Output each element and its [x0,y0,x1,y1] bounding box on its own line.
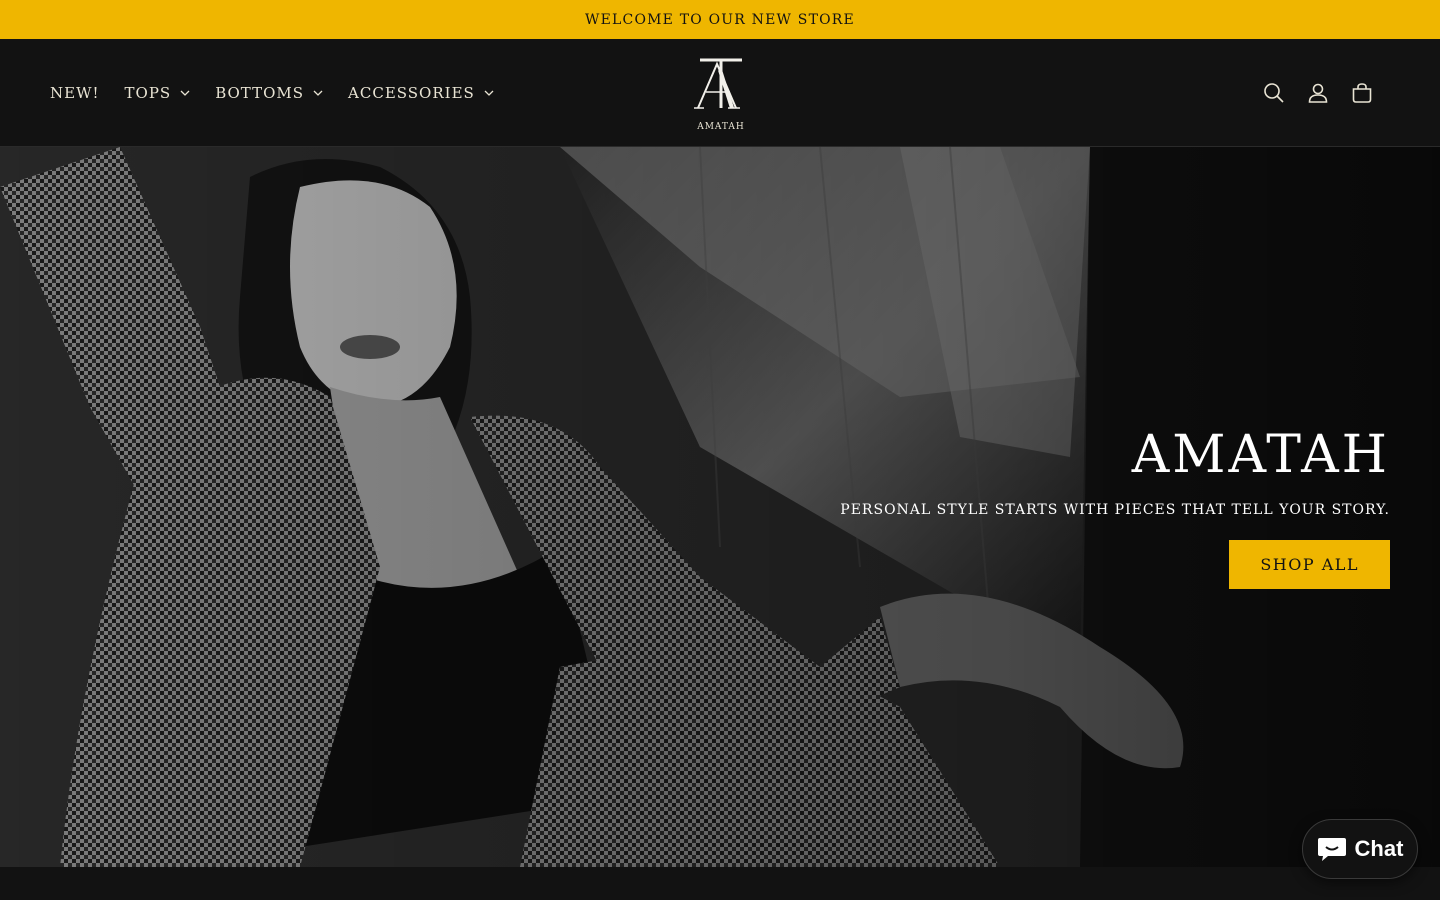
chat-bubble-icon [1317,838,1346,861]
cart-icon[interactable] [1340,71,1384,115]
account-icon[interactable] [1296,71,1340,115]
brand-logo[interactable]: AMATAH [690,54,752,134]
nav-item-bottoms[interactable]: BOTTOMS [215,84,323,102]
header-actions [1252,39,1384,147]
chevron-down-icon [484,88,494,98]
logo-wordmark: AMATAH [697,122,745,132]
nav-item-label: NEW! [50,84,100,102]
announcement-text: WELCOME TO OUR NEW STORE [585,11,855,28]
main-nav: NEW! TOPS BOTTOMS ACCESSORIES [50,39,519,147]
hero-title: AMATAH [1131,425,1390,485]
nav-item-new[interactable]: NEW! [50,84,100,102]
chat-label: Chat [1354,836,1404,861]
announcement-bar: WELCOME TO OUR NEW STORE [0,0,1440,39]
chevron-down-icon [180,88,190,98]
nav-item-tops[interactable]: TOPS [125,84,191,102]
nav-item-accessories[interactable]: ACCESSORIES [348,84,494,102]
nav-item-label: BOTTOMS [215,84,305,102]
shop-all-button[interactable]: SHOP ALL [1229,540,1390,590]
search-icon[interactable] [1252,71,1296,115]
chevron-down-icon [313,88,323,98]
chat-button[interactable]: Chat [1302,819,1418,879]
logo-monogram-icon [694,58,742,109]
hero-banner: AMATAH PERSONAL STYLE STARTS WITH PIECES… [0,147,1440,867]
nav-item-label: ACCESSORIES [348,84,475,102]
nav-item-label: TOPS [124,84,172,102]
hero-content: AMATAH PERSONAL STYLE STARTS WITH PIECES… [830,425,1390,590]
site-header: NEW! TOPS BOTTOMS ACCESSORIES AMATAH [0,39,1440,147]
hero-subtitle: PERSONAL STYLE STARTS WITH PIECES THAT T… [840,502,1390,519]
